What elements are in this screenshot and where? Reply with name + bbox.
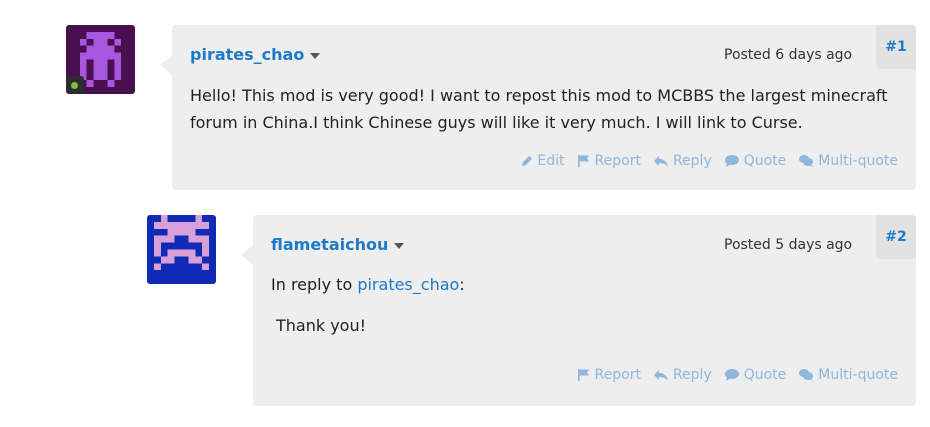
reply-user-link[interactable]: pirates_chao — [357, 275, 459, 294]
post-timestamp: Posted 5 days ago — [724, 237, 853, 253]
quote-label: Quote — [743, 153, 787, 169]
post-author[interactable]: flametaichou — [271, 235, 405, 254]
post-timestamp: Posted 6 days ago — [724, 47, 853, 63]
edit-button[interactable]: Edit — [520, 153, 565, 169]
post-author[interactable]: pirates_chao — [190, 45, 321, 64]
avatar-flametaichou[interactable] — [147, 215, 216, 284]
avatar-image — [147, 215, 216, 284]
report-button[interactable]: Report — [577, 153, 641, 169]
multi-quote-button[interactable]: Multi-quote — [798, 153, 898, 169]
reply-arrow-icon — [653, 370, 668, 381]
speech-bubbles-icon — [799, 369, 814, 381]
reply-button[interactable]: Reply — [653, 367, 712, 383]
reply-suffix: : — [459, 275, 465, 294]
reply-prefix: In reply to — [271, 275, 358, 294]
pencil-icon — [522, 155, 533, 166]
speech-bubble-icon — [724, 155, 739, 167]
report-button[interactable]: Report — [577, 367, 641, 383]
edit-label: Edit — [537, 153, 565, 169]
post-body: Hello! This mod is very good! I want to … — [190, 86, 888, 132]
post-card-1: pirates_chao Posted 6 days ago #1 Hello!… — [160, 25, 916, 190]
speech-bubbles-icon — [799, 155, 814, 167]
quote-label: Quote — [743, 367, 787, 383]
reply-reference: In reply to pirates_chao: — [271, 271, 465, 298]
post-card-2: flametaichou Posted 5 days ago #2 In rep… — [241, 215, 916, 406]
multi-quote-label: Multi-quote — [818, 153, 898, 169]
flag-icon — [577, 369, 589, 381]
post-actions: Report Reply Quote Multi-quote — [577, 367, 898, 383]
reply-button[interactable]: Reply — [653, 153, 712, 169]
reply-arrow-icon — [653, 156, 668, 167]
username-label[interactable]: pirates_chao — [190, 45, 304, 64]
post-number-link[interactable]: #1 — [876, 25, 916, 69]
post-actions: Edit Report Reply Quote Multi-quote — [520, 153, 898, 169]
chevron-down-icon[interactable] — [310, 52, 321, 59]
report-label: Report — [594, 153, 641, 169]
online-status-icon — [66, 76, 84, 94]
reply-label: Reply — [672, 367, 712, 383]
quote-button[interactable]: Quote — [724, 367, 787, 383]
quote-button[interactable]: Quote — [724, 153, 787, 169]
speech-bubble-icon — [724, 369, 739, 381]
username-label[interactable]: flametaichou — [271, 235, 388, 254]
post-body: Thank you! — [276, 316, 367, 335]
multi-quote-label: Multi-quote — [818, 367, 898, 383]
multi-quote-button[interactable]: Multi-quote — [798, 367, 898, 383]
report-label: Report — [594, 367, 641, 383]
avatar-pirates-chao[interactable] — [66, 25, 135, 94]
chevron-down-icon[interactable] — [394, 242, 405, 249]
post-number-link[interactable]: #2 — [876, 215, 916, 259]
flag-icon — [577, 155, 589, 167]
reply-label: Reply — [672, 153, 712, 169]
